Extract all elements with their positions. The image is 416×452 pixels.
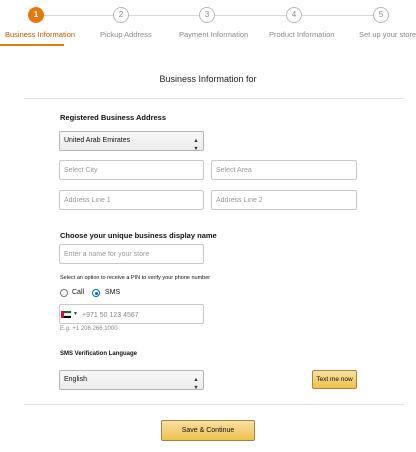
uae-flag-icon[interactable] — [61, 311, 71, 319]
chevron-updown-icon: ▲ ▼ — [193, 377, 199, 391]
call-radio-label[interactable]: Call — [72, 289, 84, 296]
divider — [24, 98, 404, 99]
active-step-underline — [0, 44, 64, 46]
country-select-value: United Arab Emirates — [64, 137, 131, 144]
country-select[interactable]: United Arab Emirates ▲ ▼ — [59, 131, 204, 152]
phone-hint: E.g. +1 206 266 1000 — [60, 326, 118, 332]
sms-radio-label[interactable]: SMS — [105, 289, 120, 296]
phone-input[interactable] — [82, 309, 202, 321]
display-name-label: Choose your unique business display name — [60, 231, 217, 240]
step-connector — [215, 15, 287, 16]
registered-address-label: Registered Business Address — [60, 113, 167, 122]
step-connector — [44, 15, 114, 16]
address-line-2-input[interactable] — [211, 190, 357, 210]
chevron-down-icon[interactable]: ▼ — [73, 311, 78, 317]
step-1-label[interactable]: Business Information — [5, 30, 75, 39]
area-select[interactable] — [211, 160, 357, 180]
pin-option-label: Select an option to receive a PIN to ver… — [60, 275, 211, 281]
display-name-input[interactable] — [59, 244, 204, 264]
language-select[interactable]: English ▲ ▼ — [59, 370, 204, 391]
step-3-label[interactable]: Payment Information — [179, 30, 248, 39]
step-2-circle[interactable]: 2 — [113, 7, 129, 23]
step-1-circle[interactable]: 1 — [28, 7, 44, 23]
step-connector — [129, 15, 200, 16]
chevron-updown-icon: ▲ ▼ — [193, 138, 199, 152]
step-3-circle[interactable]: 3 — [199, 7, 215, 23]
step-4-label[interactable]: Product Information — [269, 30, 334, 39]
divider — [24, 404, 404, 405]
page-title: Business Information for — [159, 74, 257, 84]
call-radio[interactable] — [60, 289, 68, 297]
step-4-circle[interactable]: 4 — [286, 7, 302, 23]
step-connector — [302, 15, 374, 16]
language-select-value: English — [64, 376, 87, 383]
step-5-circle[interactable]: 5 — [373, 7, 389, 23]
city-select[interactable] — [59, 160, 204, 180]
progress-stepper: 1 2 3 4 5 Business Information Pickup Ad… — [0, 0, 416, 46]
sms-language-label: SMS Verification Language — [60, 351, 138, 357]
step-2-label[interactable]: Pickup Address — [100, 30, 152, 39]
text-me-now-button[interactable]: Text me now — [312, 370, 357, 389]
save-continue-button[interactable]: Save & Continue — [161, 420, 255, 441]
step-5-label[interactable]: Set up your store — [359, 30, 416, 39]
address-line-1-input[interactable] — [59, 190, 204, 210]
sms-radio[interactable] — [92, 289, 100, 297]
